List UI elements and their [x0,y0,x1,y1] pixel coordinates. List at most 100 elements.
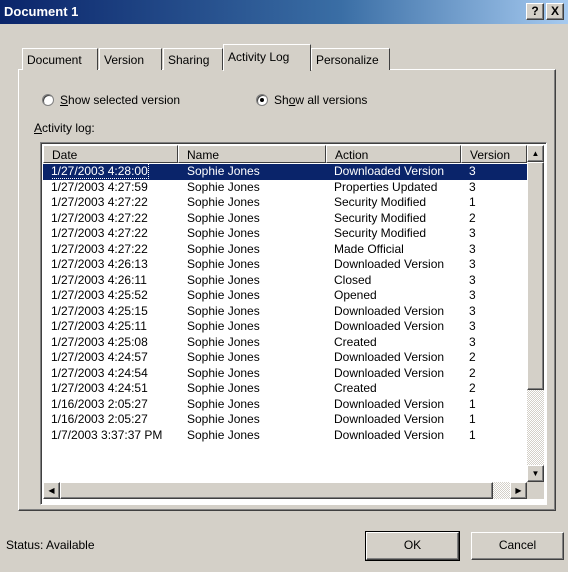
cancel-button[interactable]: Cancel [471,532,564,560]
table-row[interactable]: 1/27/2003 4:25:15 Sophie Jones Downloaded … [43,304,527,320]
table-row[interactable]: 1/27/2003 4:27:59 Sophie Jones Properties … [43,180,527,196]
cell-date: 1/16/2003 2:05:27 [51,396,148,411]
cell-version: 3 [469,179,476,194]
cell-name: Sophie Jones [187,226,260,240]
table-row[interactable]: 1/27/2003 4:25:52 Sophie Jones Opened 3 [43,288,527,304]
vertical-scroll-thumb[interactable] [527,162,544,390]
tab-activity-log[interactable]: Activity Log [223,44,311,71]
table-row[interactable]: 1/27/2003 4:24:57 Sophie Jones Downloaded … [43,350,527,366]
table-row[interactable]: 1/27/2003 4:27:22 Sophie Jones Made Offici… [43,242,527,258]
cell-date: 1/27/2003 4:24:57 [51,350,148,364]
cell-action: Created [334,381,377,395]
radio-show-selected[interactable]: Show selected version [42,93,180,107]
cell-version: 3 [469,226,476,240]
title-bar: Document 1 ? X [0,0,568,24]
vertical-scrollbar[interactable]: ▲ ▼ [527,145,544,482]
scroll-right-arrow-icon[interactable]: ▶ [510,482,527,499]
cell-version: 2 [469,210,476,225]
cell-version: 3 [469,288,476,302]
table-row[interactable]: 1/27/2003 4:24:54 Sophie Jones Downloaded … [43,366,527,382]
table-row[interactable]: 1/27/2003 4:25:08 Sophie Jones Created 3 [43,335,527,351]
cell-date: 1/27/2003 4:25:11 [51,319,147,333]
cell-version: 3 [469,241,476,256]
cell-action: Downloaded Version [334,427,445,442]
ok-button[interactable]: OK [365,531,460,561]
table-row[interactable]: 1/27/2003 4:28:00 Sophie Jones Downloaded … [43,164,527,180]
cell-date: 1/27/2003 4:25:52 [51,288,148,302]
cell-name: Sophie Jones [187,303,260,318]
tab-version[interactable]: Version [99,48,162,70]
table-row[interactable]: 1/27/2003 4:27:22 Sophie Jones Security Mo… [43,226,527,242]
cell-version: 3 [469,272,476,287]
scroll-up-arrow-icon[interactable]: ▲ [527,145,544,162]
cell-action: Downloaded Version [334,412,445,426]
cell-action: Security Modified [334,226,427,240]
cell-action: Downloaded Version [334,257,445,271]
cell-action: Downloaded Version [334,164,445,178]
cell-action: Downloaded Version [334,350,445,364]
cell-date: 1/27/2003 4:25:08 [51,334,148,349]
cell-name: Sophie Jones [187,288,260,302]
cell-name: Sophie Jones [187,210,260,225]
cell-action: Created [334,334,377,349]
cell-name: Sophie Jones [187,272,260,287]
table-row[interactable]: 1/16/2003 2:05:27 Sophie Jones Downloaded … [43,397,527,413]
cell-action: Closed [334,272,372,287]
cell-date: 1/27/2003 4:25:15 [51,303,148,318]
activity-log-list[interactable]: Date Name Action Version 1/27/2003 4:28:… [40,142,547,505]
scroll-down-arrow-icon[interactable]: ▼ [527,465,544,482]
tab-personalize[interactable]: Personalize [311,48,390,70]
table-row[interactable]: 1/16/2003 2:05:27 Sophie Jones Downloaded … [43,412,527,428]
cell-version: 1 [469,427,476,442]
list-rows: 1/27/2003 4:28:00 Sophie Jones Downloaded … [43,164,527,482]
cell-version: 1 [469,396,476,411]
cell-action: Properties Updated [334,179,438,194]
close-button[interactable]: X [546,3,564,20]
column-header-action[interactable]: Action [326,145,461,163]
help-button[interactable]: ? [526,3,544,20]
list-header: Date Name Action Version [43,145,527,163]
scroll-corner [527,482,544,499]
cell-action: Downloaded Version [334,396,445,411]
cell-name: Sophie Jones [187,319,260,333]
cell-name: Sophie Jones [187,257,260,271]
cell-action: Opened [334,288,377,302]
radio-unchecked-icon[interactable] [42,94,54,106]
cell-name: Sophie Jones [187,179,260,194]
cell-version: 2 [469,365,476,380]
table-row[interactable]: 1/27/2003 4:26:11 Sophie Jones Closed 3 [43,273,527,289]
scroll-left-arrow-icon[interactable]: ◀ [43,482,60,499]
tab-sharing[interactable]: Sharing [163,48,223,70]
activity-log-label: Activity log: [34,121,95,135]
column-header-date[interactable]: Date [43,145,178,163]
cell-version: 1 [469,195,476,209]
cell-date: 1/27/2003 4:27:59 [51,179,148,194]
cell-name: Sophie Jones [187,412,260,426]
cell-date: 1/27/2003 4:27:22 [51,195,148,209]
column-header-version[interactable]: Version [461,145,527,163]
table-row[interactable]: 1/27/2003 4:24:51 Sophie Jones Created 2 [43,381,527,397]
cell-name: Sophie Jones [187,350,260,364]
horizontal-scrollbar[interactable]: ◀ ▶ [43,482,527,499]
radio-checked-icon[interactable] [256,94,268,106]
cell-action: Security Modified [334,195,427,209]
cell-version: 3 [469,303,476,318]
cell-name: Sophie Jones [187,427,260,442]
column-header-name[interactable]: Name [178,145,326,163]
table-row[interactable]: 1/27/2003 4:25:11 Sophie Jones Downloaded … [43,319,527,335]
table-row[interactable]: 1/7/2003 3:37:37 PM Sophie Jones Downloade… [43,428,527,444]
cell-version: 2 [469,381,476,395]
table-row[interactable]: 1/27/2003 4:27:22 Sophie Jones Security Mo… [43,195,527,211]
cell-version: 3 [469,319,476,333]
cell-action: Downloaded Version [334,303,445,318]
cell-date: 1/27/2003 4:26:13 [51,257,148,271]
table-row[interactable]: 1/27/2003 4:26:13 Sophie Jones Downloaded … [43,257,527,273]
horizontal-scroll-thumb[interactable] [60,482,493,499]
cell-date: 1/27/2003 4:27:22 [51,241,148,256]
table-row[interactable]: 1/27/2003 4:27:22 Sophie Jones Security Mo… [43,211,527,227]
radio-show-all[interactable]: Show all versions [256,93,367,107]
cell-date: 1/27/2003 4:28:00 [51,164,149,179]
cell-name: Sophie Jones [187,195,260,209]
cell-action: Downloaded Version [334,319,445,333]
tab-document[interactable]: Document [22,48,98,70]
